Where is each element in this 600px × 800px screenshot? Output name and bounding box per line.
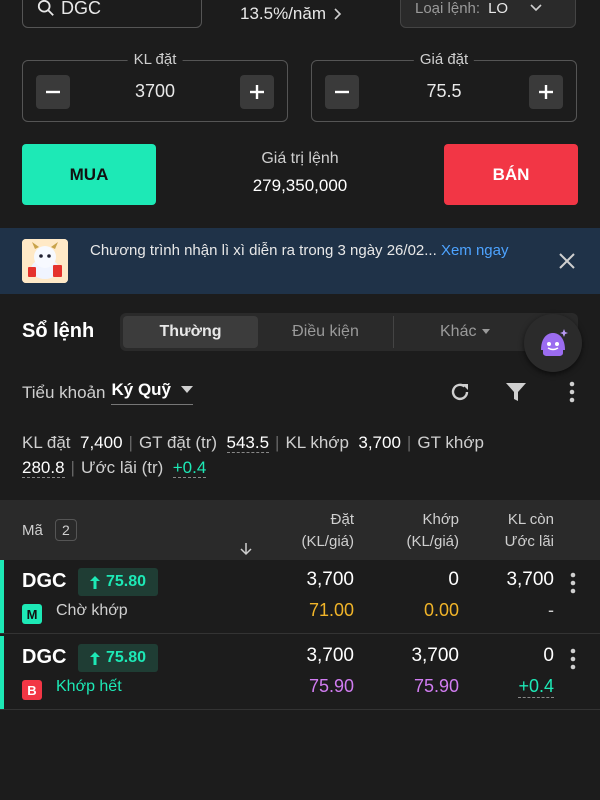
close-icon[interactable] <box>556 250 578 272</box>
col-remaining-line2: Ước lãi <box>504 533 554 550</box>
filter-icon[interactable] <box>502 378 530 406</box>
side-badge: M <box>22 604 42 624</box>
row-ordered-price: 71.00 <box>308 600 354 620</box>
price-stepper: Giá đặt 75.5 <box>311 51 577 122</box>
row-remaining-qty: 3,700 <box>506 569 554 590</box>
tab-other-label: Khác <box>440 323 477 340</box>
col-ordered-line1: Đặt <box>330 511 354 528</box>
col-symbol[interactable]: Mã 2 <box>22 519 77 541</box>
summary-gt-dat-value: 543.5 <box>226 433 270 453</box>
summary-kl-dat-label: KL đặt <box>22 433 71 452</box>
more-vertical-icon[interactable] <box>558 378 586 406</box>
quantity-increase-button[interactable] <box>240 75 274 109</box>
assistant-button[interactable] <box>524 314 582 372</box>
search-text: DGC <box>61 0 101 18</box>
col-remaining: KL còn Ước lãi <box>505 509 554 553</box>
col-matched: Khớp (KL/giá) <box>406 509 459 553</box>
plus-icon <box>539 85 553 99</box>
row-accent <box>0 560 4 633</box>
summary-kl-dat-value: 7,400 <box>79 433 123 452</box>
col-ordered-line2: (KL/giá) <box>301 533 354 550</box>
sell-button[interactable]: BÁN <box>444 144 578 205</box>
row-est-profit: - <box>548 600 554 620</box>
row-ordered-price: 75.90 <box>308 676 354 696</box>
summary-uoc-lai-label: Ước lãi (tr) <box>80 458 164 477</box>
sub-account-label: Tiểu khoản <box>22 382 106 402</box>
order-book-title: Sổ lệnh <box>22 320 95 342</box>
more-vertical-icon[interactable] <box>566 572 580 594</box>
row-matched-qty: 3,700 <box>411 645 459 666</box>
caret-down-icon <box>181 386 194 393</box>
tab-regular[interactable]: Thường <box>123 316 258 348</box>
robot-icon <box>541 329 568 356</box>
order-value-amount: 279,350,000 <box>252 176 348 195</box>
symbol-search[interactable]: DGC <box>22 0 202 28</box>
refresh-icon[interactable] <box>446 378 474 406</box>
summary-gt-khop-value: 280.8 <box>22 458 65 478</box>
row-price: 75.80 <box>106 649 147 666</box>
order-value-label: Giá trị lệnh <box>261 150 339 167</box>
chevron-right-icon <box>334 8 342 20</box>
chevron-down-icon <box>530 4 542 12</box>
order-book-tabs: Thường Điều kiện Khác <box>120 313 578 351</box>
row-symbol: DGC <box>22 646 67 668</box>
search-icon <box>37 0 54 16</box>
summary-gt-dat-label: GT đặt (tr) <box>138 433 218 452</box>
order-summary: KL đặt 7,400 | GT đặt (tr) 543.5 | KL khớp 3… <box>22 433 484 478</box>
col-remaining-line1: KL còn <box>507 511 554 528</box>
table-header: Mã 2 Đặt (KL/giá) Khớp (KL/giá) KL còn Ư… <box>0 500 600 560</box>
promo-message: Chương trình nhận lì xì diễn ra trong 3 … <box>90 242 437 259</box>
row-price-chip: 75.80 <box>78 568 159 596</box>
buy-button[interactable]: MUA <box>22 144 156 205</box>
row-ordered-qty: 3,700 <box>306 569 354 590</box>
side-badge: B <box>22 680 42 700</box>
sub-account: Tiểu khoản Ký Quỹ <box>22 380 194 405</box>
order-type-select[interactable]: Loại lệnh: LO <box>400 0 576 28</box>
tab-conditional[interactable]: Điều kiện <box>258 316 393 348</box>
plus-icon <box>250 85 264 99</box>
col-matched-line1: Khớp <box>422 511 459 528</box>
row-est-profit: +0.4 <box>518 676 554 698</box>
table-row[interactable]: DGC 75.80 B Khớp hết 3,700 75.90 3,700 7… <box>0 636 600 710</box>
row-price: 75.80 <box>106 573 147 590</box>
sub-account-select[interactable]: Ký Quỹ <box>111 380 194 405</box>
row-matched-price: 75.90 <box>413 676 459 696</box>
sort-down-icon[interactable] <box>240 542 252 556</box>
row-ordered-qty: 3,700 <box>306 645 354 666</box>
order-count-badge: 2 <box>55 519 77 541</box>
order-type-value: LO <box>488 0 509 17</box>
caret-down-icon <box>482 329 491 334</box>
col-matched-line2: (KL/giá) <box>406 533 459 550</box>
row-accent <box>0 636 4 709</box>
summary-kl-khop-value: 3,700 <box>358 433 401 452</box>
price-increase-button[interactable] <box>529 75 563 109</box>
row-status: Khớp hết <box>56 678 122 695</box>
order-type-label: Loại lệnh: <box>415 0 481 17</box>
quantity-stepper: KL đặt 3700 <box>22 51 288 122</box>
promo-image <box>22 239 68 283</box>
row-matched-qty: 0 <box>448 569 459 590</box>
table-row[interactable]: DGC 75.80 M Chờ khớp 3,700 71.00 0 0.00 … <box>0 560 600 634</box>
col-symbol-label: Mã <box>22 522 43 539</box>
col-ordered: Đặt (KL/giá) <box>301 509 354 553</box>
promo-link[interactable]: Xem ngay <box>441 242 509 259</box>
row-matched-price: 0.00 <box>423 600 459 620</box>
order-value: Giá trị lệnh 279,350,000 <box>200 150 400 196</box>
more-vertical-icon[interactable] <box>566 648 580 670</box>
top-row: DGC 13.5%/năm Loại lệnh: LO <box>0 0 600 36</box>
summary-uoc-lai-value: +0.4 <box>172 458 207 478</box>
sub-account-value: Ký Quỹ <box>111 380 172 399</box>
row-status: Chờ khớp <box>56 602 128 619</box>
interest-rate[interactable]: 13.5%/năm <box>240 4 342 24</box>
promo-text: Chương trình nhận lì xì diễn ra trong 3 … <box>90 240 530 261</box>
arrow-up-icon <box>90 575 100 589</box>
row-symbol: DGC <box>22 570 67 592</box>
interest-rate-value: 13.5%/năm <box>240 4 326 23</box>
summary-gt-khop-label: GT khớp <box>417 433 484 452</box>
arrow-up-icon <box>90 651 100 665</box>
summary-kl-khop-label: KL khớp <box>285 433 349 452</box>
promo-banner[interactable]: Chương trình nhận lì xì diễn ra trong 3 … <box>0 228 600 294</box>
row-remaining-qty: 0 <box>543 645 554 666</box>
row-price-chip: 75.80 <box>78 644 159 672</box>
